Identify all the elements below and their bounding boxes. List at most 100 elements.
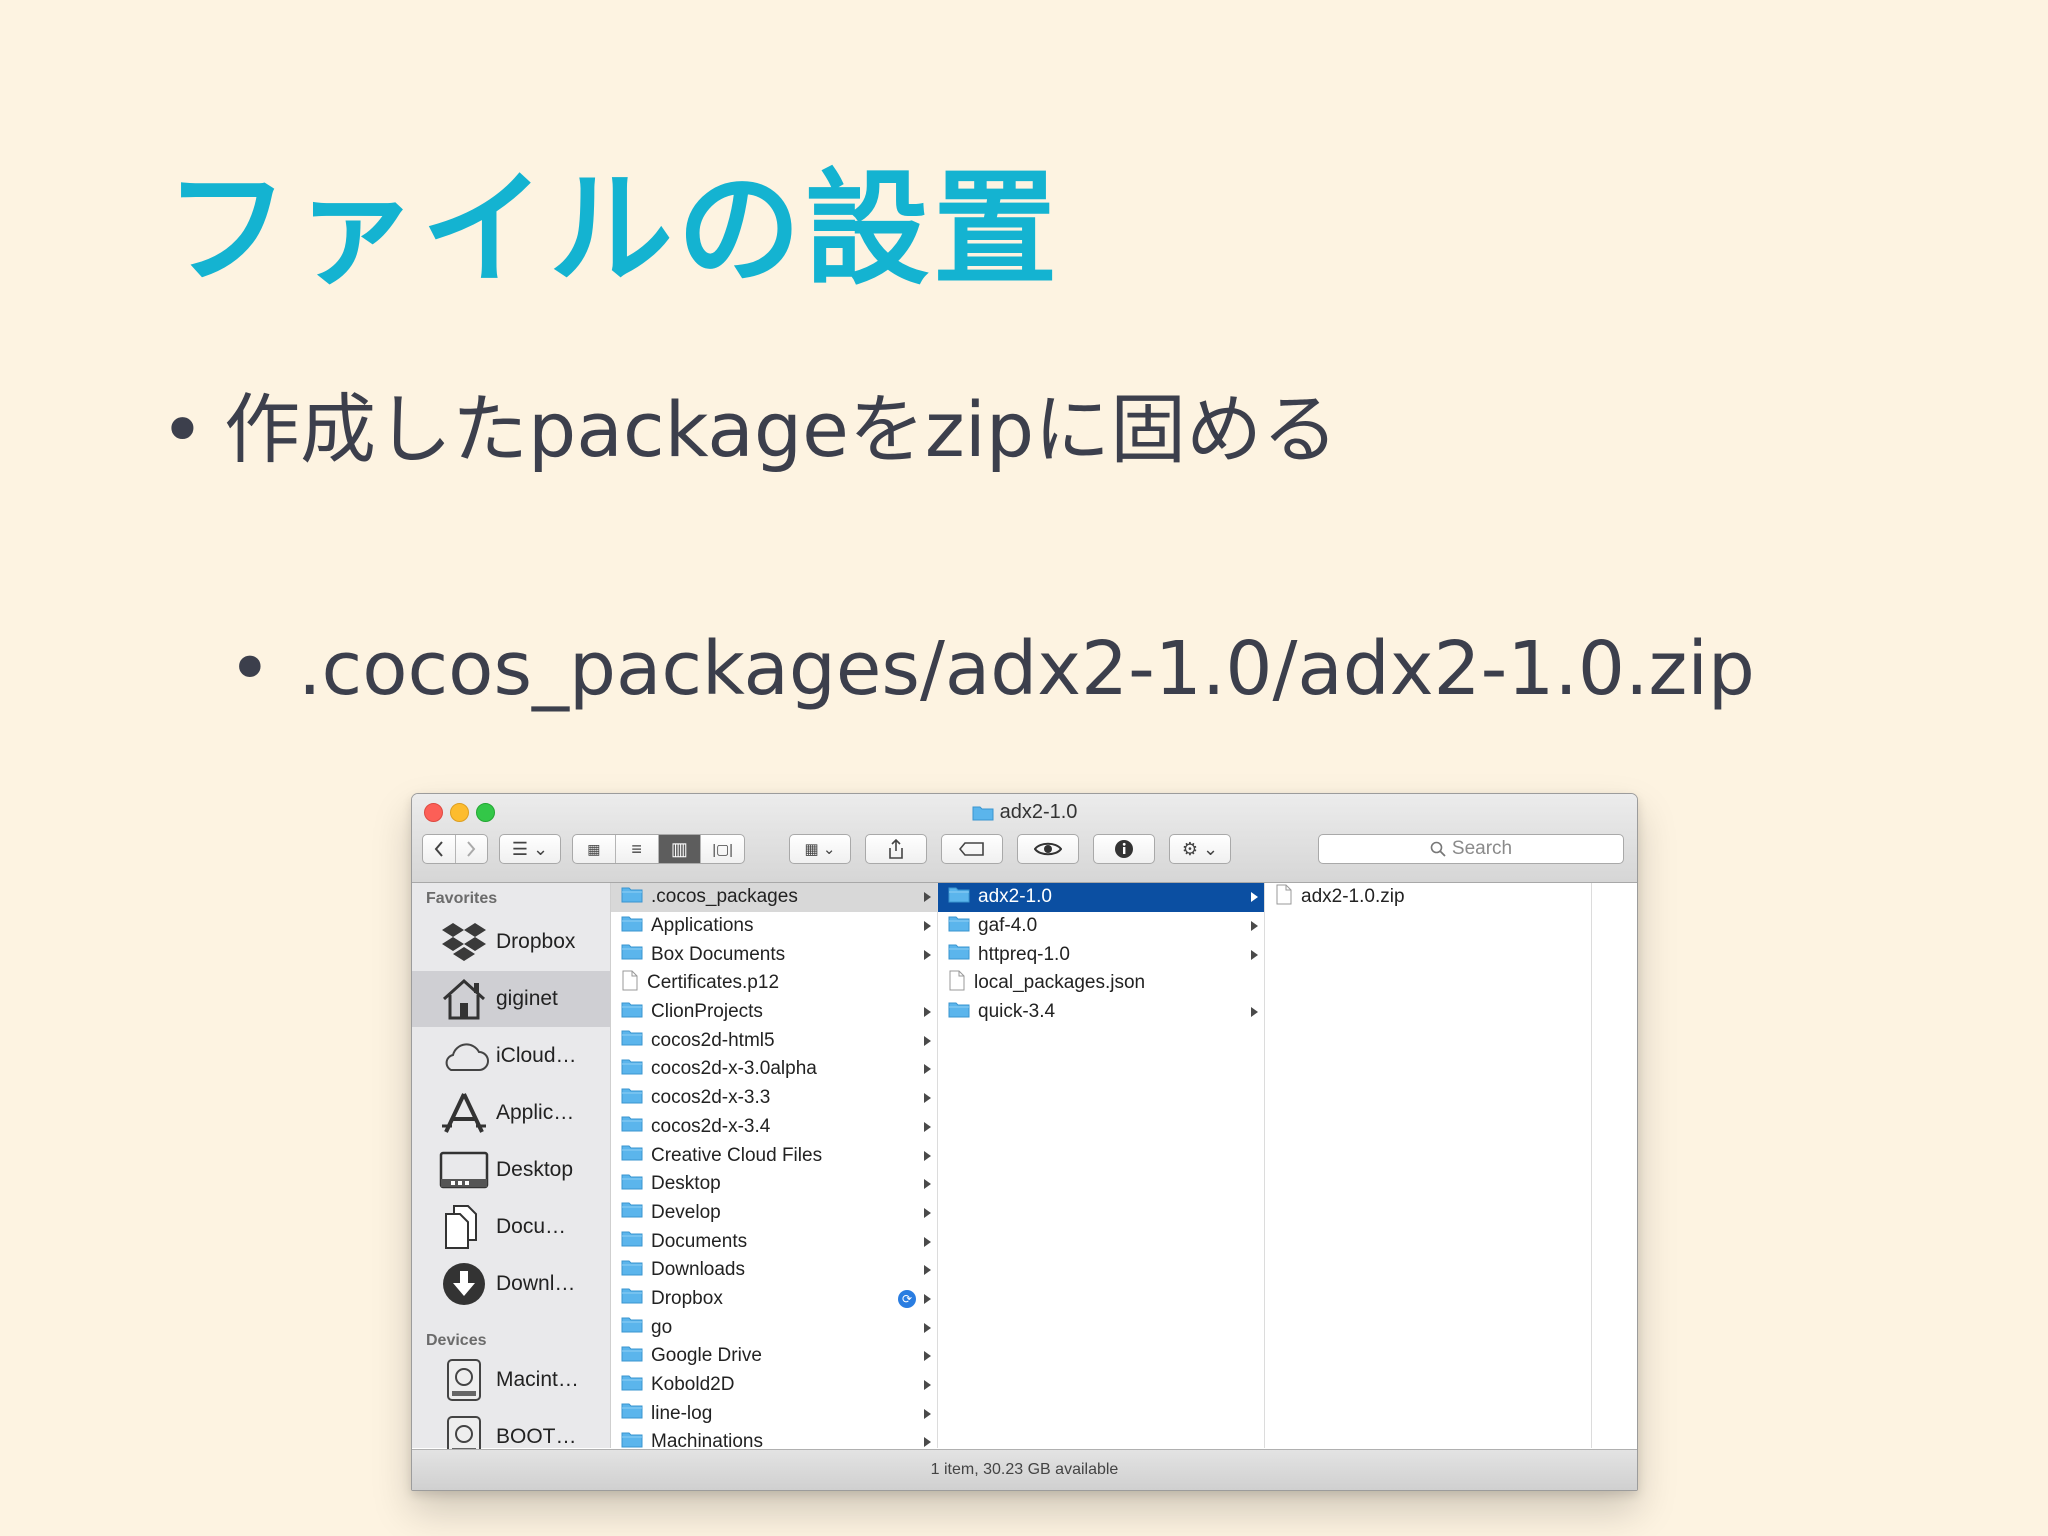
sync-status-icon: ⟳ — [898, 1289, 916, 1308]
folder-icon — [948, 886, 970, 909]
column-3: adx2-1.0.zip — [1265, 883, 1592, 1448]
disclosure-arrow-icon — [1251, 949, 1258, 960]
quick-look-button[interactable] — [1017, 834, 1079, 864]
cloud-icon — [438, 1032, 490, 1080]
folder-row[interactable]: Applications — [611, 912, 937, 941]
arrange-button[interactable]: ☰ ⌄ — [499, 834, 561, 864]
disclosure-arrow-icon — [924, 1351, 931, 1362]
folder-row[interactable]: go — [611, 1313, 937, 1342]
folder-row[interactable]: cocos2d-x-3.4 — [611, 1113, 937, 1142]
folder-icon — [621, 943, 643, 966]
sidebar-item-dropbox[interactable]: Dropbox — [412, 914, 610, 970]
folder-row[interactable]: gaf-4.0 — [938, 912, 1264, 941]
forward-button[interactable] — [456, 835, 488, 863]
info-button[interactable] — [1093, 834, 1155, 864]
folder-row[interactable]: Dropbox ⟳ — [611, 1285, 937, 1314]
item-name: Desktop — [651, 1173, 721, 1195]
folder-row[interactable]: line-log — [611, 1399, 937, 1428]
disclosure-arrow-icon — [924, 1236, 931, 1247]
sidebar-item-label: BOOT… — [496, 1425, 577, 1448]
group-icon: ▦ ⌄ — [804, 841, 836, 858]
search-icon — [1430, 841, 1446, 857]
folder-row[interactable]: Creative Cloud Files — [611, 1141, 937, 1170]
folder-row[interactable]: cocos2d-x-3.0alpha — [611, 1055, 937, 1084]
sidebar-item-label: Docu… — [496, 1215, 567, 1238]
file-row[interactable]: local_packages.json — [938, 969, 1264, 998]
sidebar-item-label: iCloud… — [496, 1044, 577, 1067]
cover-flow-button[interactable]: |▢| — [701, 835, 744, 863]
sidebar-item-applications[interactable]: Applic… — [412, 1085, 610, 1141]
share-button[interactable] — [865, 834, 927, 864]
column-4 — [1592, 883, 1637, 1448]
applications-icon — [438, 1089, 490, 1137]
item-name: httpreq-1.0 — [978, 943, 1070, 965]
item-name: cocos2d-x-3.3 — [651, 1087, 771, 1109]
window-title: adx2-1.0 — [412, 801, 1637, 824]
disclosure-arrow-icon — [924, 1293, 931, 1304]
devices-heading: Devices — [426, 1332, 487, 1349]
disclosure-arrow-icon — [1251, 921, 1258, 932]
folder-row[interactable]: Google Drive — [611, 1342, 937, 1371]
disclosure-arrow-icon — [924, 949, 931, 960]
slide-title: ファイルの設置 — [165, 158, 1062, 302]
sidebar-item-desktop[interactable]: Desktop — [412, 1142, 610, 1198]
back-button[interactable] — [423, 835, 456, 863]
sidebar-item-macintosh-hd[interactable]: Macint… — [412, 1352, 610, 1408]
disclosure-arrow-icon — [924, 1265, 931, 1276]
sidebar-item-downloads[interactable]: Downl… — [412, 1256, 610, 1312]
item-name: Downloads — [651, 1259, 745, 1281]
item-name: Google Drive — [651, 1345, 762, 1367]
share-icon — [889, 839, 903, 859]
search-field[interactable]: Search — [1318, 834, 1624, 864]
sidebar-item-icloud[interactable]: iCloud… — [412, 1028, 610, 1084]
column-view-button[interactable]: ▥ — [658, 835, 702, 863]
item-name: adx2-1.0 — [978, 886, 1052, 908]
hard-drive-icon — [438, 1356, 490, 1404]
icon-view-button[interactable]: ▦ — [573, 835, 616, 863]
sidebar-item-label: Macint… — [496, 1368, 579, 1391]
finder-window: adx2-1.0 ☰ ⌄ ▦ ≡ ▥ |▢| ▦ ⌄ ⚙ ⌄ Search Fa… — [411, 793, 1638, 1491]
folder-row[interactable]: Downloads — [611, 1256, 937, 1285]
item-name: adx2-1.0.zip — [1301, 886, 1405, 908]
folder-row[interactable]: .cocos_packages — [611, 883, 937, 912]
list-view-button[interactable]: ≡ — [616, 835, 659, 863]
disclosure-arrow-icon — [924, 1064, 931, 1075]
folder-row[interactable]: Desktop — [611, 1170, 937, 1199]
folder-icon — [621, 1058, 643, 1081]
file-row[interactable]: adx2-1.0.zip — [1265, 883, 1591, 912]
folder-icon — [621, 1374, 643, 1397]
item-name: Certificates.p12 — [647, 972, 780, 994]
nav-buttons — [422, 834, 488, 864]
disclosure-arrow-icon — [924, 1150, 931, 1161]
folder-icon — [972, 806, 994, 821]
grid-icon: ▦ — [587, 840, 601, 857]
item-name: Applications — [651, 915, 754, 937]
folder-row[interactable]: Develop — [611, 1199, 937, 1228]
sidebar-item-label: Dropbox — [496, 930, 576, 953]
documents-icon — [438, 1203, 490, 1251]
folder-row[interactable]: adx2-1.0 — [938, 883, 1264, 912]
eye-icon — [1034, 842, 1062, 856]
folder-row[interactable]: httpreq-1.0 — [938, 940, 1264, 969]
file-row[interactable]: Certificates.p12 — [611, 969, 937, 998]
folder-icon — [621, 1345, 643, 1368]
folder-icon — [948, 1001, 970, 1024]
sidebar-item-giginet[interactable]: giginet — [412, 971, 610, 1027]
folder-row[interactable]: Documents — [611, 1227, 937, 1256]
sidebar-item-documents[interactable]: Docu… — [412, 1199, 610, 1255]
favorites-heading: Favorites — [426, 890, 498, 907]
tags-button[interactable] — [941, 834, 1003, 864]
folder-row[interactable]: quick-3.4 — [938, 998, 1264, 1027]
folder-row[interactable]: Kobold2D — [611, 1371, 937, 1400]
disclosure-arrow-icon — [1251, 1007, 1258, 1018]
group-button[interactable]: ▦ ⌄ — [789, 834, 851, 864]
folder-row[interactable]: cocos2d-html5 — [611, 1026, 937, 1055]
disclosure-arrow-icon — [924, 1408, 931, 1419]
folder-row[interactable]: ClionProjects — [611, 998, 937, 1027]
disclosure-arrow-icon — [924, 1322, 931, 1333]
action-button[interactable]: ⚙ ⌄ — [1169, 834, 1231, 864]
folder-row[interactable]: Box Documents — [611, 940, 937, 969]
disclosure-arrow-icon — [1251, 892, 1258, 903]
folder-row[interactable]: cocos2d-x-3.3 — [611, 1084, 937, 1113]
list-arrange-icon: ☰ ⌄ — [511, 838, 549, 859]
